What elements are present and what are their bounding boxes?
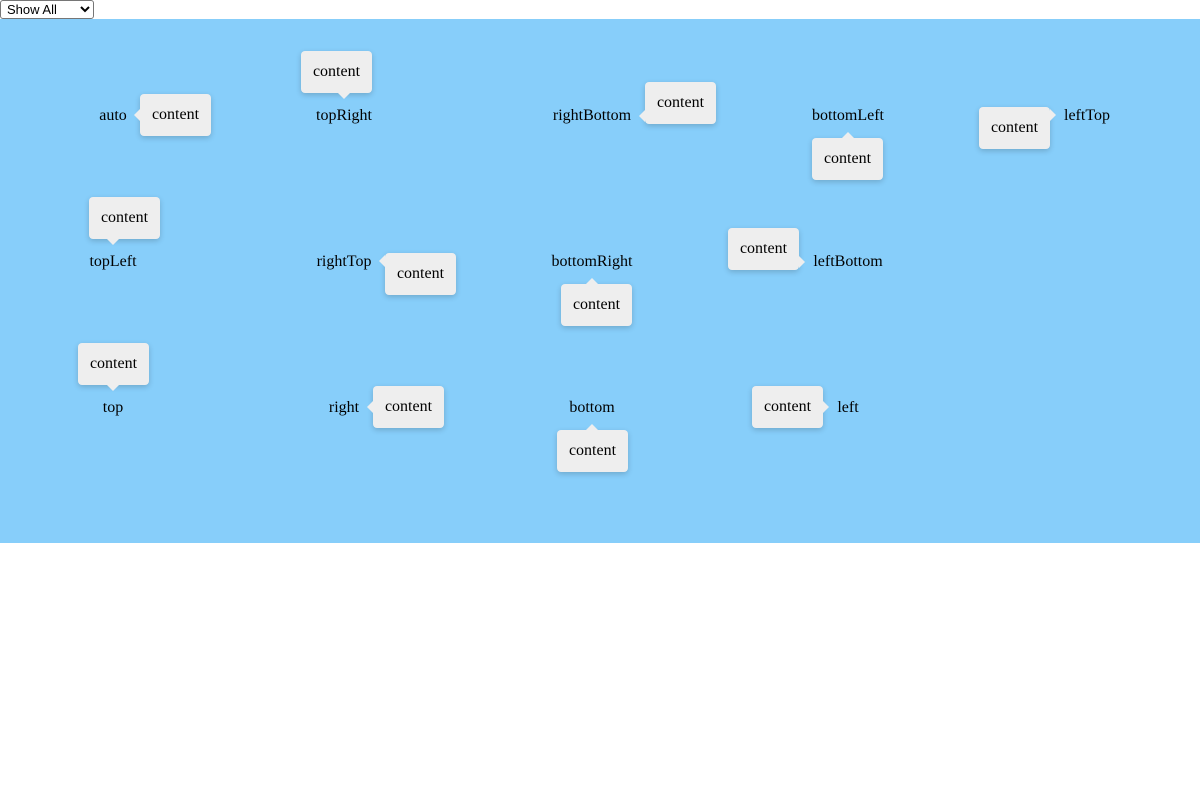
popover-right: content xyxy=(373,386,444,428)
show-mode-select[interactable]: Show All xyxy=(0,0,94,19)
popover-arrow-right xyxy=(823,401,829,413)
anchor-left-top[interactable]: leftTop xyxy=(1064,107,1110,125)
popover-top-left: content xyxy=(89,197,160,239)
popover-auto: content xyxy=(140,94,211,136)
toolbar: Show All xyxy=(0,0,1200,19)
popover-arrow-left xyxy=(367,401,373,413)
popover-arrow-right xyxy=(799,256,805,268)
anchor-top-left[interactable]: topLeft xyxy=(89,253,136,271)
popover-content: content xyxy=(151,106,200,123)
popover-right-bottom: content xyxy=(645,82,716,124)
popover-arrow-left xyxy=(379,255,385,267)
popover-content: content xyxy=(656,94,705,111)
popover-arrow-up xyxy=(586,424,598,430)
popover-content: content xyxy=(396,265,445,282)
popover-content: content xyxy=(990,119,1039,136)
popover-top-right: content xyxy=(301,51,372,93)
popover-arrow-down xyxy=(107,239,119,245)
anchor-left-bottom[interactable]: leftBottom xyxy=(813,253,882,271)
popover-demo-stage: auto content topRight content rightBotto… xyxy=(0,19,1200,543)
popover-arrow-right xyxy=(1050,109,1056,121)
popover-arrow-left xyxy=(639,110,645,122)
anchor-bottom[interactable]: bottom xyxy=(569,399,614,417)
popover-right-top: content xyxy=(385,253,456,295)
anchor-right[interactable]: right xyxy=(329,399,359,417)
popover-arrow-up xyxy=(586,278,598,284)
anchor-top[interactable]: top xyxy=(103,399,123,417)
popover-arrow-left xyxy=(134,109,140,121)
anchor-bottom-left[interactable]: bottomLeft xyxy=(812,107,884,125)
anchor-right-bottom[interactable]: rightBottom xyxy=(553,107,631,125)
popover-arrow-up xyxy=(842,132,854,138)
popover-left-bottom: content xyxy=(728,228,799,270)
anchor-left[interactable]: left xyxy=(837,399,858,417)
popover-content: content xyxy=(89,355,138,372)
popover-bottom: content xyxy=(557,430,628,472)
popover-bottom-right: content xyxy=(561,284,632,326)
popover-content: content xyxy=(568,442,617,459)
popover-bottom-left: content xyxy=(812,138,883,180)
popover-content: content xyxy=(312,63,361,80)
popover-arrow-down xyxy=(338,93,350,99)
popover-content: content xyxy=(100,209,149,226)
anchor-auto[interactable]: auto xyxy=(99,107,127,125)
popover-content: content xyxy=(572,296,621,313)
popover-content: content xyxy=(384,398,433,415)
popover-arrow-down xyxy=(107,385,119,391)
anchor-bottom-right[interactable]: bottomRight xyxy=(552,253,633,271)
popover-content: content xyxy=(739,240,788,257)
anchor-top-right[interactable]: topRight xyxy=(316,107,372,125)
popover-top: content xyxy=(78,343,149,385)
anchor-right-top[interactable]: rightTop xyxy=(317,253,372,271)
popover-left-top: content xyxy=(979,107,1050,149)
popover-left: content xyxy=(752,386,823,428)
popover-content: content xyxy=(823,150,872,167)
popover-content: content xyxy=(763,398,812,415)
